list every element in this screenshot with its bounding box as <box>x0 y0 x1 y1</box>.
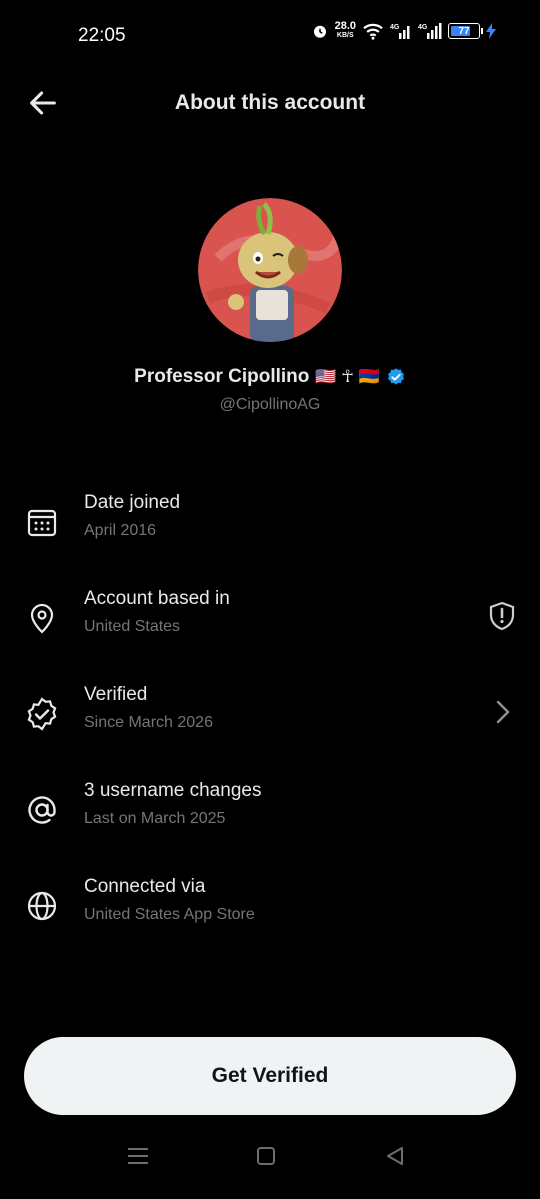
row-value: United States App Store <box>84 906 255 923</box>
avatar[interactable] <box>198 198 342 342</box>
info-row-date-joined: Date joined April 2016 <box>0 488 540 558</box>
menu-icon[interactable] <box>125 1143 151 1169</box>
get-verified-button[interactable]: Get Verified <box>24 1037 516 1115</box>
alarm-icon <box>313 25 326 38</box>
page-title: About this account <box>174 91 366 114</box>
svg-text:4G: 4G <box>418 24 428 31</box>
charging-icon <box>486 23 496 39</box>
row-label: Verified <box>84 684 148 705</box>
avatar-image <box>198 198 342 342</box>
info-row-verified[interactable]: Verified Since March 2026 <box>0 680 540 750</box>
back-nav-icon[interactable] <box>382 1143 408 1169</box>
status-icons: 28.0 KB/S 4G 4G 77 <box>311 20 496 40</box>
signal-icon-2: 4G <box>418 23 442 39</box>
row-value: United States <box>84 618 181 635</box>
info-row-username-changes: 3 username changes Last on March 2025 <box>0 776 540 846</box>
name-emojis: 🇺🇸 ☥ 🇦🇲 <box>315 367 380 386</box>
chevron-right-icon[interactable] <box>486 696 518 728</box>
row-label: Connected via <box>84 876 206 897</box>
top-app-bar: About this account <box>0 72 540 134</box>
verified-badge-icon <box>27 697 57 731</box>
svg-text:4G: 4G <box>390 24 400 31</box>
globe-icon <box>27 891 57 921</box>
battery-indicator: 77 <box>448 23 483 39</box>
row-value: April 2016 <box>84 522 157 539</box>
row-label: Account based in <box>84 588 230 609</box>
at-sign-icon <box>28 796 56 824</box>
display-name: Professor Cipollino <box>134 366 310 387</box>
profile-name-row: Professor Cipollino 🇺🇸 ☥ 🇦🇲 <box>0 366 540 388</box>
username-handle: @CipollinoAG <box>219 396 321 413</box>
row-label: Date joined <box>84 492 181 513</box>
status-bar: 22:05 28.0 KB/S 4G 4G 77 <box>0 0 540 72</box>
verified-check-icon <box>387 368 404 385</box>
row-label: 3 username changes <box>84 780 262 801</box>
location-pin-icon <box>30 603 54 634</box>
info-row-account-based-in: Account based in United States <box>0 584 540 654</box>
signal-icon: 4G <box>390 24 410 39</box>
row-value: Since March 2026 <box>84 714 213 731</box>
shield-alert-icon[interactable] <box>486 600 518 632</box>
network-speed: 28.0 KB/S <box>334 20 356 40</box>
wifi-icon <box>363 23 383 40</box>
info-row-connected-via: Connected via United States App Store <box>0 872 540 942</box>
home-icon[interactable] <box>253 1143 279 1169</box>
calendar-icon <box>27 509 57 537</box>
status-time: 22:05 <box>78 25 126 46</box>
row-value: Last on March 2025 <box>84 810 226 827</box>
system-nav-bar <box>0 1129 540 1199</box>
